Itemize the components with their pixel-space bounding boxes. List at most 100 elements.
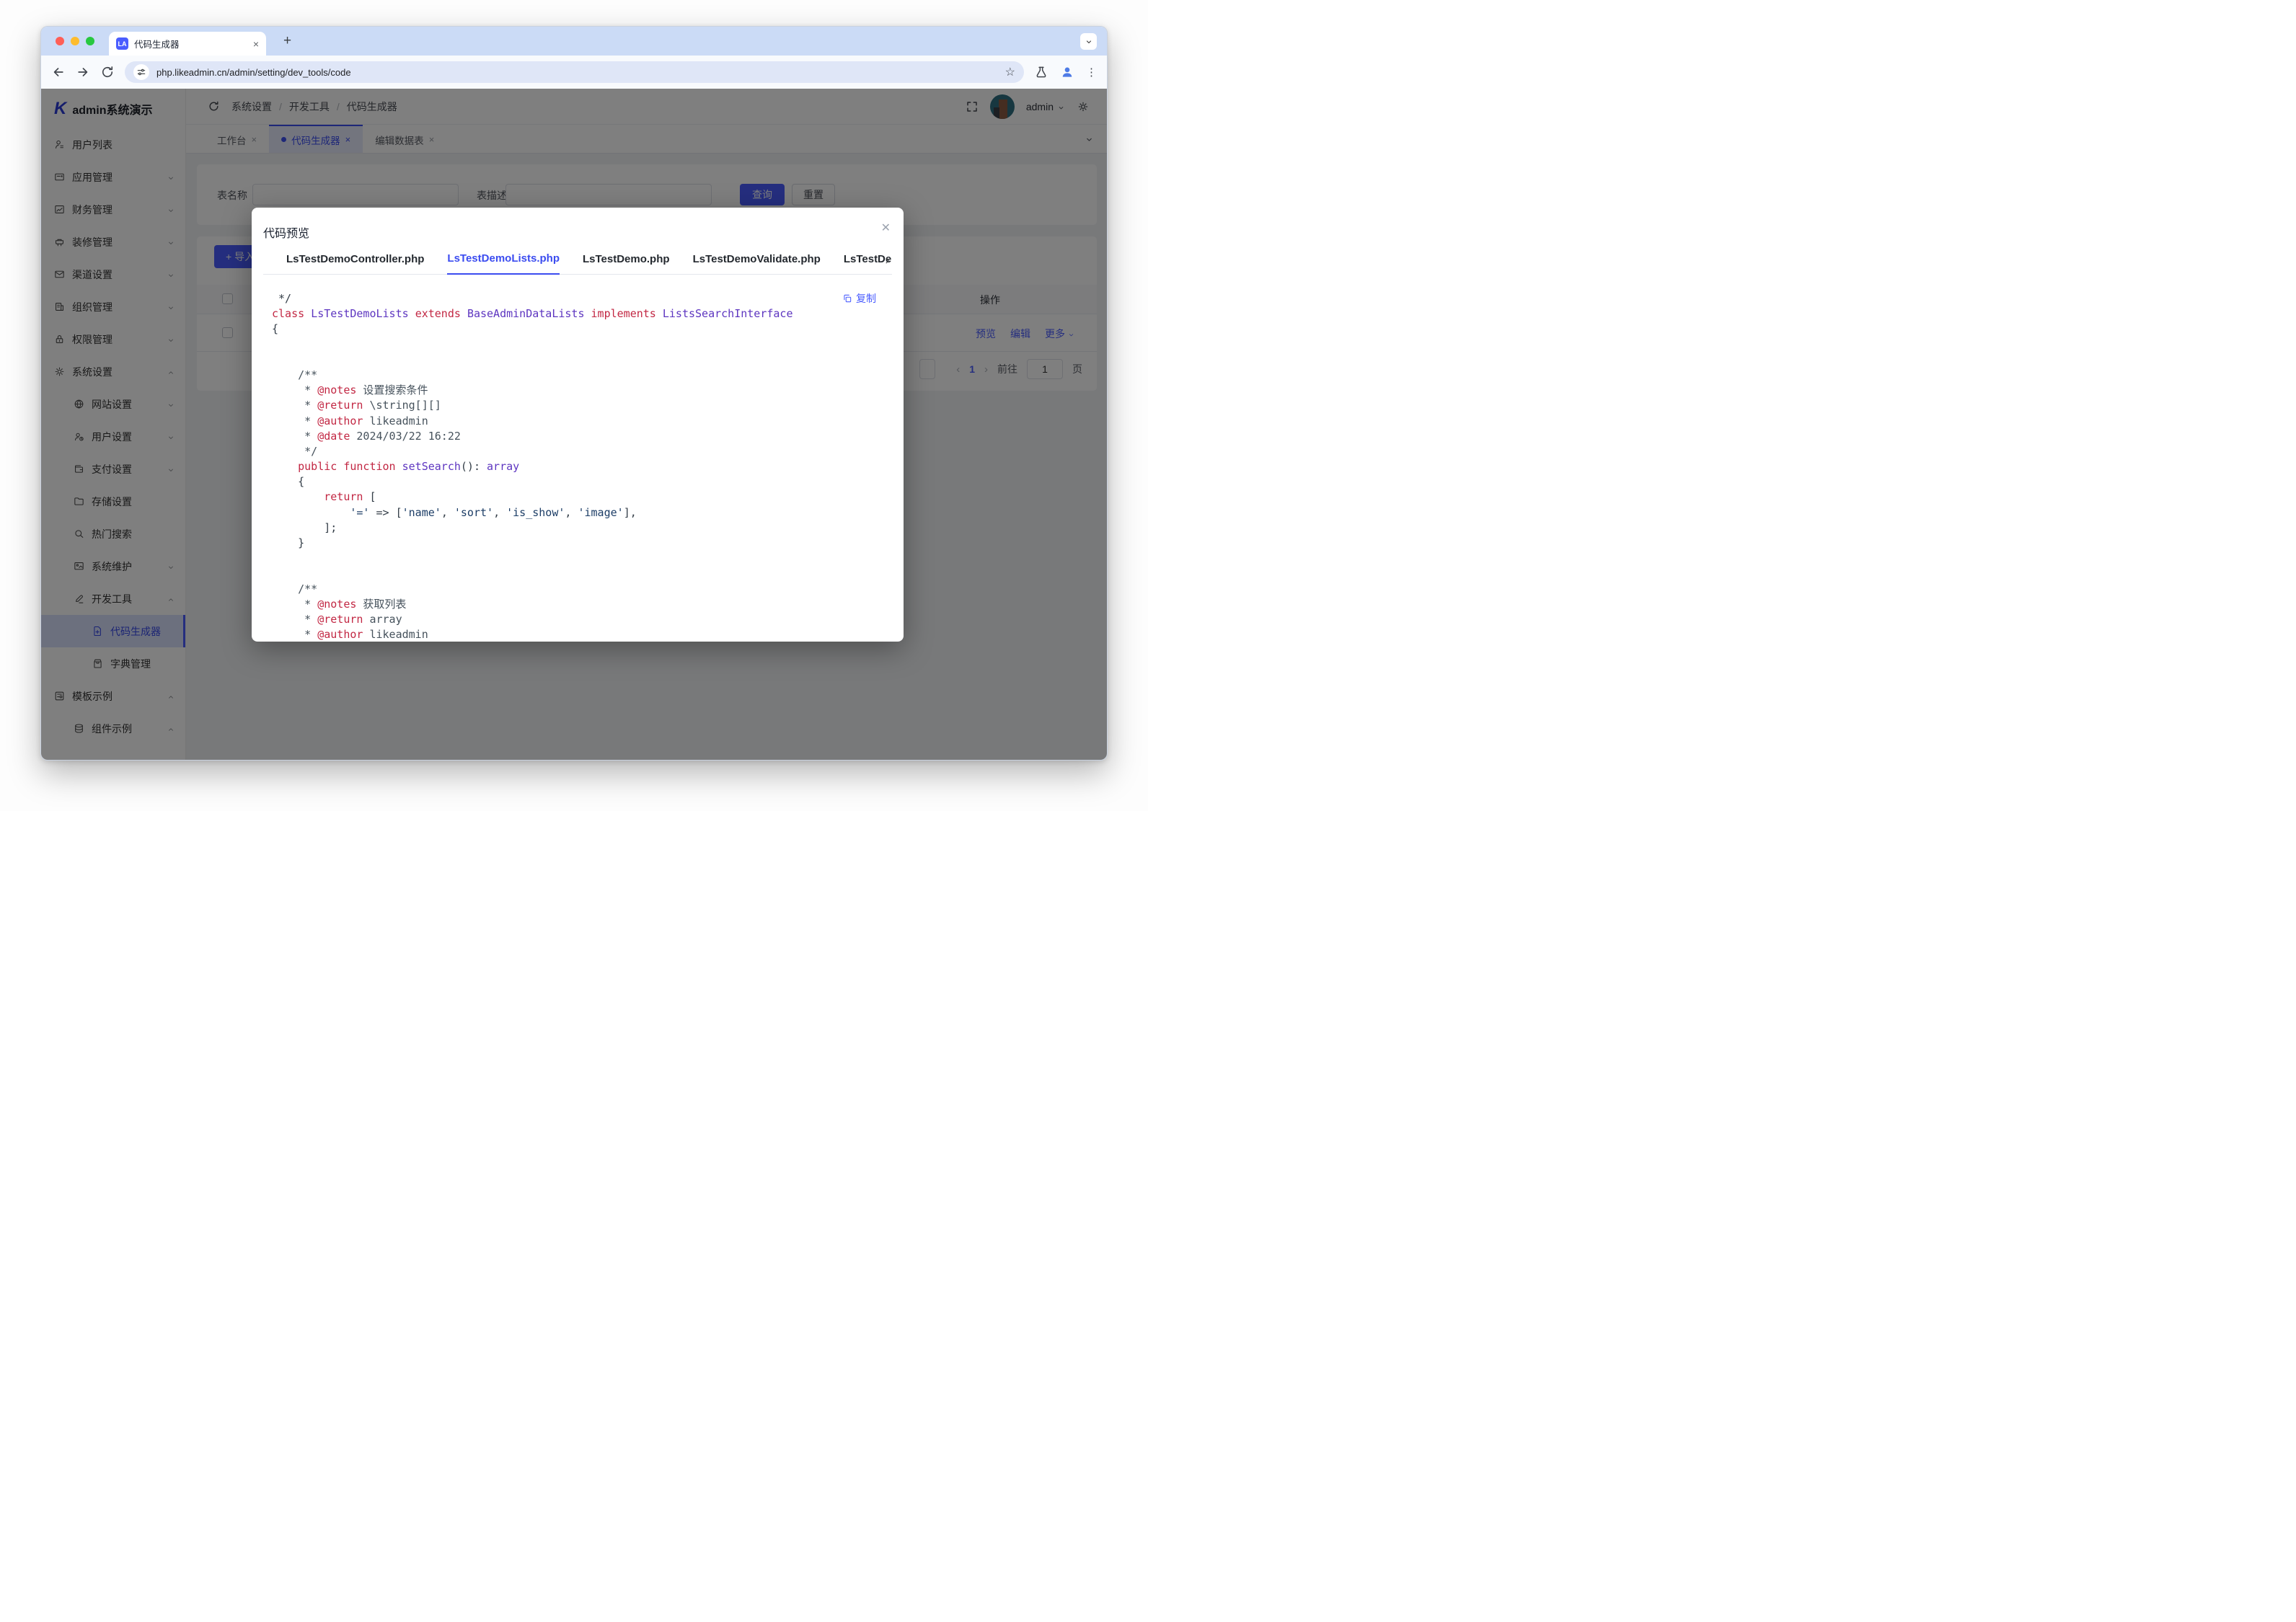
code-segment: *: [272, 415, 317, 427]
code-segment: ,: [565, 506, 578, 519]
browser-toolbar: php.likeadmin.cn/admin/setting/dev_tools…: [41, 56, 1107, 89]
code-segment: return: [324, 490, 363, 503]
code-segment: array: [487, 460, 519, 473]
code-segment: /**: [272, 368, 317, 381]
code-segment: ],: [624, 506, 637, 519]
code-segment: ,: [441, 506, 454, 519]
code-segment: {: [272, 322, 278, 335]
site-settings-icon[interactable]: [133, 64, 149, 80]
code-line: {: [272, 474, 886, 489]
file-tabs-scroll-right-icon[interactable]: [883, 256, 892, 265]
code-segment: ListsSearchInterface: [663, 307, 793, 320]
code-line: {: [272, 322, 886, 337]
tab-close-icon[interactable]: ×: [253, 39, 259, 49]
code-preview-modal: 代码预览 ✕ LsTestDemoController.phpLsTestDem…: [252, 208, 904, 642]
code-line: }: [272, 536, 886, 551]
code-segment: ];: [272, 521, 337, 534]
code-segment: @notes: [317, 598, 356, 611]
code-segment: setSearch: [402, 460, 461, 473]
forward-icon[interactable]: [76, 65, 90, 79]
code-line: [272, 566, 886, 581]
close-window-button[interactable]: [56, 37, 64, 45]
code-segment: [272, 460, 298, 473]
minimize-window-button[interactable]: [71, 37, 79, 45]
code-segment: }: [272, 536, 304, 549]
window-controls: [56, 37, 94, 45]
browser-window: LA 代码生成器 × + php.li: [40, 26, 1108, 761]
code-segment: @return: [317, 399, 363, 412]
new-tab-button[interactable]: +: [283, 33, 291, 49]
code-segment: 2024/03/22 16:22: [350, 430, 461, 443]
code-segment: 获取列表: [356, 598, 406, 611]
back-icon[interactable]: [51, 65, 66, 79]
browser-menu-icon[interactable]: ⋮: [1086, 66, 1097, 79]
toolbar-right: ⋮: [1034, 65, 1097, 79]
screenshot-stage: LA 代码生成器 × + php.li: [0, 0, 1148, 811]
code-segment: '=': [350, 506, 369, 519]
browser-tab[interactable]: LA 代码生成器 ×: [109, 32, 266, 56]
copy-icon: [842, 293, 852, 303]
browser-tabstrip: LA 代码生成器 × +: [41, 27, 1107, 56]
code-segment: function: [343, 460, 395, 473]
code-segment: class: [272, 307, 304, 320]
code-segment: [585, 307, 591, 320]
file-tab-1[interactable]: LsTestDemoController.php: [286, 253, 424, 274]
code-segment: *: [272, 430, 317, 443]
code-segment: @notes: [317, 384, 356, 396]
code-line: /**: [272, 368, 886, 383]
extension-flask-icon[interactable]: [1034, 65, 1048, 79]
favicon: LA: [116, 37, 128, 50]
code-segment: /**: [272, 582, 317, 595]
modal-close-icon[interactable]: ✕: [881, 221, 891, 235]
code-segment: 'image': [578, 506, 623, 519]
code-segment: *: [272, 399, 317, 412]
code-line: ];: [272, 520, 886, 536]
code-segment: [: [363, 490, 376, 503]
browser-tab-title: 代码生成器: [134, 37, 247, 50]
file-tabbar: LsTestDemoController.php LsTestDemoLists.…: [263, 252, 892, 275]
file-tab-4[interactable]: LsTestDemoValidate.php: [693, 253, 821, 274]
code-line: public function setSearch(): array: [272, 459, 886, 474]
code-segment: *: [272, 613, 317, 626]
code-segment: implements: [591, 307, 656, 320]
code-line: * @author likeadmin: [272, 627, 886, 642]
zoom-window-button[interactable]: [86, 37, 94, 45]
code-line: class LsTestDemoLists extends BaseAdminD…: [272, 306, 886, 322]
code-segment: @author: [317, 628, 363, 641]
code-segment: LsTestDemoLists: [311, 307, 408, 320]
url-text[interactable]: php.likeadmin.cn/admin/setting/dev_tools…: [156, 67, 998, 78]
profile-icon[interactable]: [1060, 65, 1074, 79]
code-line: * @return array: [272, 612, 886, 627]
code-line: * @notes 获取列表: [272, 597, 886, 612]
file-tab-2[interactable]: LsTestDemoLists.php: [447, 252, 560, 275]
code-segment: ():: [461, 460, 487, 473]
reload-icon[interactable]: [100, 65, 115, 79]
code-line: */: [272, 444, 886, 459]
code-segment: @author: [317, 415, 363, 427]
code-segment: likeadmin: [363, 628, 428, 641]
code-segment: BaseAdminDataLists: [467, 307, 585, 320]
code-segment: => [: [369, 506, 402, 519]
code-line: [272, 353, 886, 368]
code-line: [272, 551, 886, 566]
code-segment: [304, 307, 311, 320]
address-bar[interactable]: php.likeadmin.cn/admin/setting/dev_tools…: [125, 61, 1024, 83]
code-segment: 'name': [402, 506, 441, 519]
code-segment: [272, 490, 324, 503]
code-line: * @return \string[][]: [272, 398, 886, 413]
bookmark-star-icon[interactable]: ☆: [1005, 65, 1015, 79]
code-segment: extends: [415, 307, 461, 320]
code-segment: [461, 307, 467, 320]
code-segment: *: [272, 628, 317, 641]
code-segment: @date: [317, 430, 350, 443]
code-block[interactable]: */class LsTestDemoLists extends BaseAdmi…: [252, 280, 904, 642]
modal-title: 代码预览: [263, 223, 309, 241]
code-line: [272, 337, 886, 353]
code-line: * @notes 设置搜索条件: [272, 383, 886, 398]
tab-search-chevron-icon[interactable]: [1080, 33, 1097, 50]
file-tab-3[interactable]: LsTestDemo.php: [583, 253, 670, 274]
code-segment: {: [272, 475, 304, 488]
code-segment: */: [272, 445, 317, 458]
code-line: */: [272, 291, 886, 306]
copy-button[interactable]: 复制: [842, 291, 876, 306]
